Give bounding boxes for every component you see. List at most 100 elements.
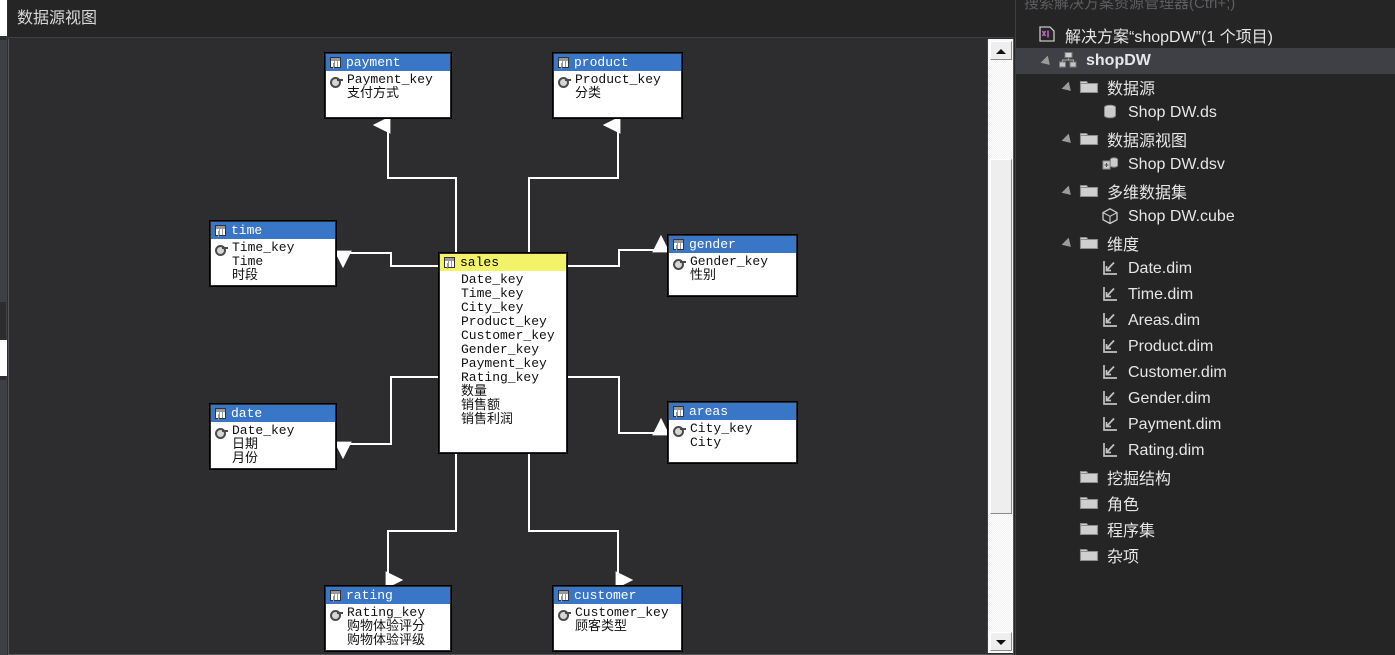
table-header[interactable]: payment [326, 54, 450, 71]
table-grid-icon [558, 57, 569, 68]
tree-item[interactable]: Time.dim [1016, 282, 1395, 308]
table-field[interactable]: Customer_key [444, 329, 566, 343]
diagram-canvas[interactable]: payment Payment_key 支付方式 product Product_key… [9, 39, 988, 653]
diagram-table-sales[interactable]: sales Date_key Time_key City_key Product_key… [439, 253, 567, 453]
tree-item[interactable]: Shop DW.cube [1016, 204, 1395, 230]
diagram-table-gender[interactable]: gender Gender_key 性别 [668, 235, 797, 296]
diagram-table-date[interactable]: date Date_key 日期 月份 [210, 404, 336, 469]
tree-item[interactable]: 程序集 [1016, 516, 1395, 542]
table-field[interactable]: 数量 [444, 385, 566, 399]
table-grid-icon [330, 57, 341, 68]
table-field[interactable]: 购物体验评分 [330, 620, 450, 634]
tree-item[interactable]: Product.dim [1016, 334, 1395, 360]
table-field[interactable]: Gender_key [444, 343, 566, 357]
table-field[interactable]: 支付方式 [330, 87, 450, 101]
table-field[interactable]: 销售利润 [444, 413, 566, 427]
table-field[interactable]: Gender_key [673, 255, 796, 270]
table-header[interactable]: rating [326, 587, 450, 604]
table-name: areas [689, 404, 729, 419]
field-name: Payment_key [461, 356, 547, 371]
tree-item-label: Shop DW.ds [1128, 104, 1217, 121]
solution-search-input[interactable]: 搜索解决方案资源管理器(Ctrl+;) [1016, 0, 1395, 17]
canvas-vertical-scrollbar[interactable] [987, 39, 1013, 653]
scrollbar-thumb[interactable] [990, 159, 1012, 514]
table-field[interactable]: 时段 [215, 269, 335, 283]
table-field[interactable]: Payment_key [444, 357, 566, 371]
tree-item[interactable]: 数据源视图 [1016, 126, 1395, 152]
expander-open-icon[interactable] [1063, 133, 1076, 146]
tree-item[interactable]: 解决方案“shopDW”(1 个项目) [1016, 22, 1395, 48]
left-strip-segment [0, 0, 7, 36]
field-name: Product_key [461, 314, 547, 329]
tree-item[interactable]: 挖掘结构 [1016, 464, 1395, 490]
table-field[interactable]: 销售额 [444, 399, 566, 413]
table-field[interactable]: Rating_key [330, 606, 450, 621]
tree-item[interactable]: shopDW [1016, 48, 1395, 74]
diagram-table-areas[interactable]: areas City_key City [668, 402, 797, 463]
tree-item[interactable]: Gender.dim [1016, 386, 1395, 412]
diagram-table-product[interactable]: product Product_key 分类 [553, 53, 682, 118]
folder-icon [1079, 77, 1101, 97]
table-field[interactable]: Customer_key [558, 606, 681, 621]
table-grid-icon [215, 225, 226, 236]
tree-item[interactable]: 维度 [1016, 230, 1395, 256]
table-field[interactable]: City [673, 436, 796, 450]
table-header[interactable]: product [554, 54, 681, 71]
tree-item[interactable]: 角色 [1016, 490, 1395, 516]
tree-item-label: Gender.dim [1128, 390, 1211, 407]
table-header[interactable]: gender [669, 236, 796, 253]
table-header[interactable]: time [211, 222, 335, 239]
left-strip-segment [0, 40, 7, 302]
diagram-table-rating[interactable]: rating Rating_key 购物体验评分 购物体验评级 [325, 586, 451, 651]
table-field[interactable]: Time [215, 255, 335, 269]
left-tab-strip[interactable] [0, 0, 7, 655]
table-field[interactable]: Rating_key [444, 371, 566, 385]
solution-tree: 解决方案“shopDW”(1 个项目) shopDW 数据源 Shop DW.ds 数据… [1016, 22, 1395, 655]
table-field[interactable]: City_key [673, 422, 796, 437]
table-field[interactable]: 顾客类型 [558, 620, 681, 634]
table-field[interactable]: Date_key [444, 273, 566, 287]
tree-item[interactable]: 数据源 [1016, 74, 1395, 100]
table-header[interactable]: customer [554, 587, 681, 604]
expander-open-icon[interactable] [1042, 55, 1055, 68]
tree-item[interactable]: Date.dim [1016, 256, 1395, 282]
scroll-down-button[interactable] [990, 632, 1012, 651]
expander-open-icon[interactable] [1063, 81, 1076, 94]
diagram-table-time[interactable]: time Time_key Time 时段 [210, 221, 336, 286]
field-name: 销售额 [461, 398, 501, 413]
left-strip-segment [0, 380, 7, 655]
tree-item-label: shopDW [1086, 52, 1151, 69]
tree-item[interactable]: 杂项 [1016, 542, 1395, 568]
tree-item[interactable]: Payment.dim [1016, 412, 1395, 438]
scroll-up-button[interactable] [990, 41, 1012, 60]
table-field[interactable]: 购物体验评级 [330, 634, 450, 648]
table-field[interactable]: Date_key [215, 424, 335, 439]
tree-item[interactable]: 多维数据集 [1016, 178, 1395, 204]
table-field[interactable]: 月份 [215, 452, 335, 466]
table-name: product [574, 55, 629, 70]
diagram-table-payment[interactable]: payment Payment_key 支付方式 [325, 53, 451, 118]
table-field[interactable]: Product_key [558, 73, 681, 88]
diagram-table-customer[interactable]: customer Customer_key 顾客类型 [553, 586, 682, 651]
table-field[interactable]: Time_key [444, 287, 566, 301]
tree-item[interactable]: Rating.dim [1016, 438, 1395, 464]
expander-open-icon[interactable] [1063, 185, 1076, 198]
primary-key-icon [330, 76, 343, 88]
table-grid-icon [330, 590, 341, 601]
expander-open-icon[interactable] [1063, 237, 1076, 250]
table-field[interactable]: City_key [444, 301, 566, 315]
table-field[interactable]: 分类 [558, 87, 681, 101]
table-field[interactable]: Payment_key [330, 73, 450, 88]
table-field[interactable]: 日期 [215, 438, 335, 452]
table-field[interactable]: 性别 [673, 269, 796, 283]
table-header[interactable]: areas [669, 403, 796, 420]
table-header[interactable]: sales [440, 254, 566, 271]
tree-item[interactable]: Shop DW.dsv [1016, 152, 1395, 178]
table-header[interactable]: date [211, 405, 335, 422]
table-field[interactable]: Product_key [444, 315, 566, 329]
dimension-icon [1100, 337, 1122, 357]
tree-item[interactable]: Customer.dim [1016, 360, 1395, 386]
tree-item[interactable]: Areas.dim [1016, 308, 1395, 334]
table-field[interactable]: Time_key [215, 241, 335, 256]
tree-item[interactable]: Shop DW.ds [1016, 100, 1395, 126]
